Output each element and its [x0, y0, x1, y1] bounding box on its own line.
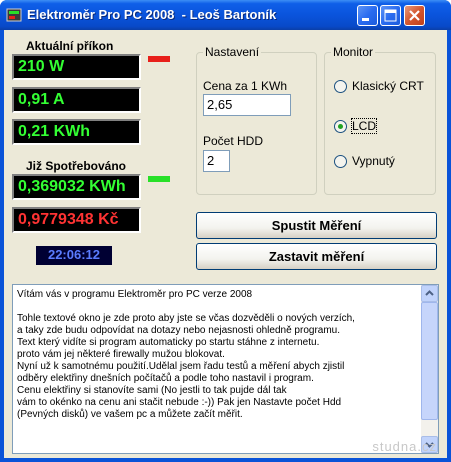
- consumed-label: Již Spotřebováno: [26, 159, 127, 173]
- price-input[interactable]: 2,65: [203, 94, 291, 116]
- scroll-thumb[interactable]: [421, 302, 438, 420]
- maximize-button[interactable]: [380, 5, 401, 26]
- vertical-scrollbar[interactable]: [421, 285, 438, 453]
- start-measure-button[interactable]: Spustit Měření: [196, 212, 437, 239]
- close-button[interactable]: [404, 5, 425, 26]
- radio-lcd[interactable]: LCD: [334, 118, 378, 134]
- radio-off-label: Vypnutý: [352, 154, 395, 168]
- status-indicator-red: [148, 56, 170, 62]
- hdd-input[interactable]: 2: [203, 150, 230, 172]
- clock-display: 22:06:12: [36, 246, 112, 265]
- radio-crt-button[interactable]: [334, 79, 347, 93]
- kwh-display: 0,21 KWh: [12, 119, 141, 145]
- radio-crt-label: Klasický CRT: [352, 79, 424, 93]
- close-icon: [409, 10, 420, 21]
- maximize-icon: [384, 9, 397, 22]
- client-area: Aktuální příkon 210 W 0,91 A 0,21 KWh Ji…: [4, 30, 447, 458]
- current-display: 0,91 A: [12, 87, 141, 113]
- title-bar[interactable]: Elektroměr Pro PC 2008 - Leoš Bartoník: [0, 0, 451, 30]
- minimize-icon: [362, 18, 369, 21]
- settings-group: Nastavení: [196, 45, 317, 195]
- app-window: Elektroměr Pro PC 2008 - Leoš Bartoník A…: [0, 0, 451, 462]
- scroll-up-button[interactable]: [421, 285, 438, 302]
- radio-lcd-label: LCD: [350, 118, 378, 134]
- chevron-up-icon: [425, 290, 434, 296]
- consumed-kwh-display: 0,369032 KWh: [12, 174, 141, 200]
- app-icon: [6, 8, 22, 22]
- radio-lcd-button[interactable]: [334, 119, 347, 133]
- info-text: Vítám vás v programu Elektroměr pro PC v…: [17, 289, 355, 420]
- power-display: 210 W: [12, 54, 141, 80]
- radio-off-button[interactable]: [334, 154, 347, 168]
- current-power-label: Aktuální příkon: [26, 39, 114, 53]
- price-label: Cena za 1 KWh: [203, 79, 288, 93]
- settings-group-title: Nastavení: [203, 45, 262, 59]
- hdd-label: Počet HDD: [203, 134, 264, 148]
- stop-measure-button[interactable]: Zastavit měření: [196, 243, 437, 270]
- minimize-button[interactable]: [357, 5, 378, 26]
- status-indicator-green: [148, 176, 170, 182]
- radio-off[interactable]: Vypnutý: [334, 154, 395, 168]
- window-title: Elektroměr Pro PC 2008 - Leoš Bartoník: [27, 7, 277, 22]
- watermark: studna.cz: [372, 439, 437, 454]
- consumed-cost-display: 0,9779348 Kč: [12, 207, 141, 233]
- info-textarea[interactable]: Vítám vás v programu Elektroměr pro PC v…: [12, 284, 439, 454]
- radio-crt[interactable]: Klasický CRT: [334, 79, 424, 93]
- monitor-group-title: Monitor: [331, 45, 376, 59]
